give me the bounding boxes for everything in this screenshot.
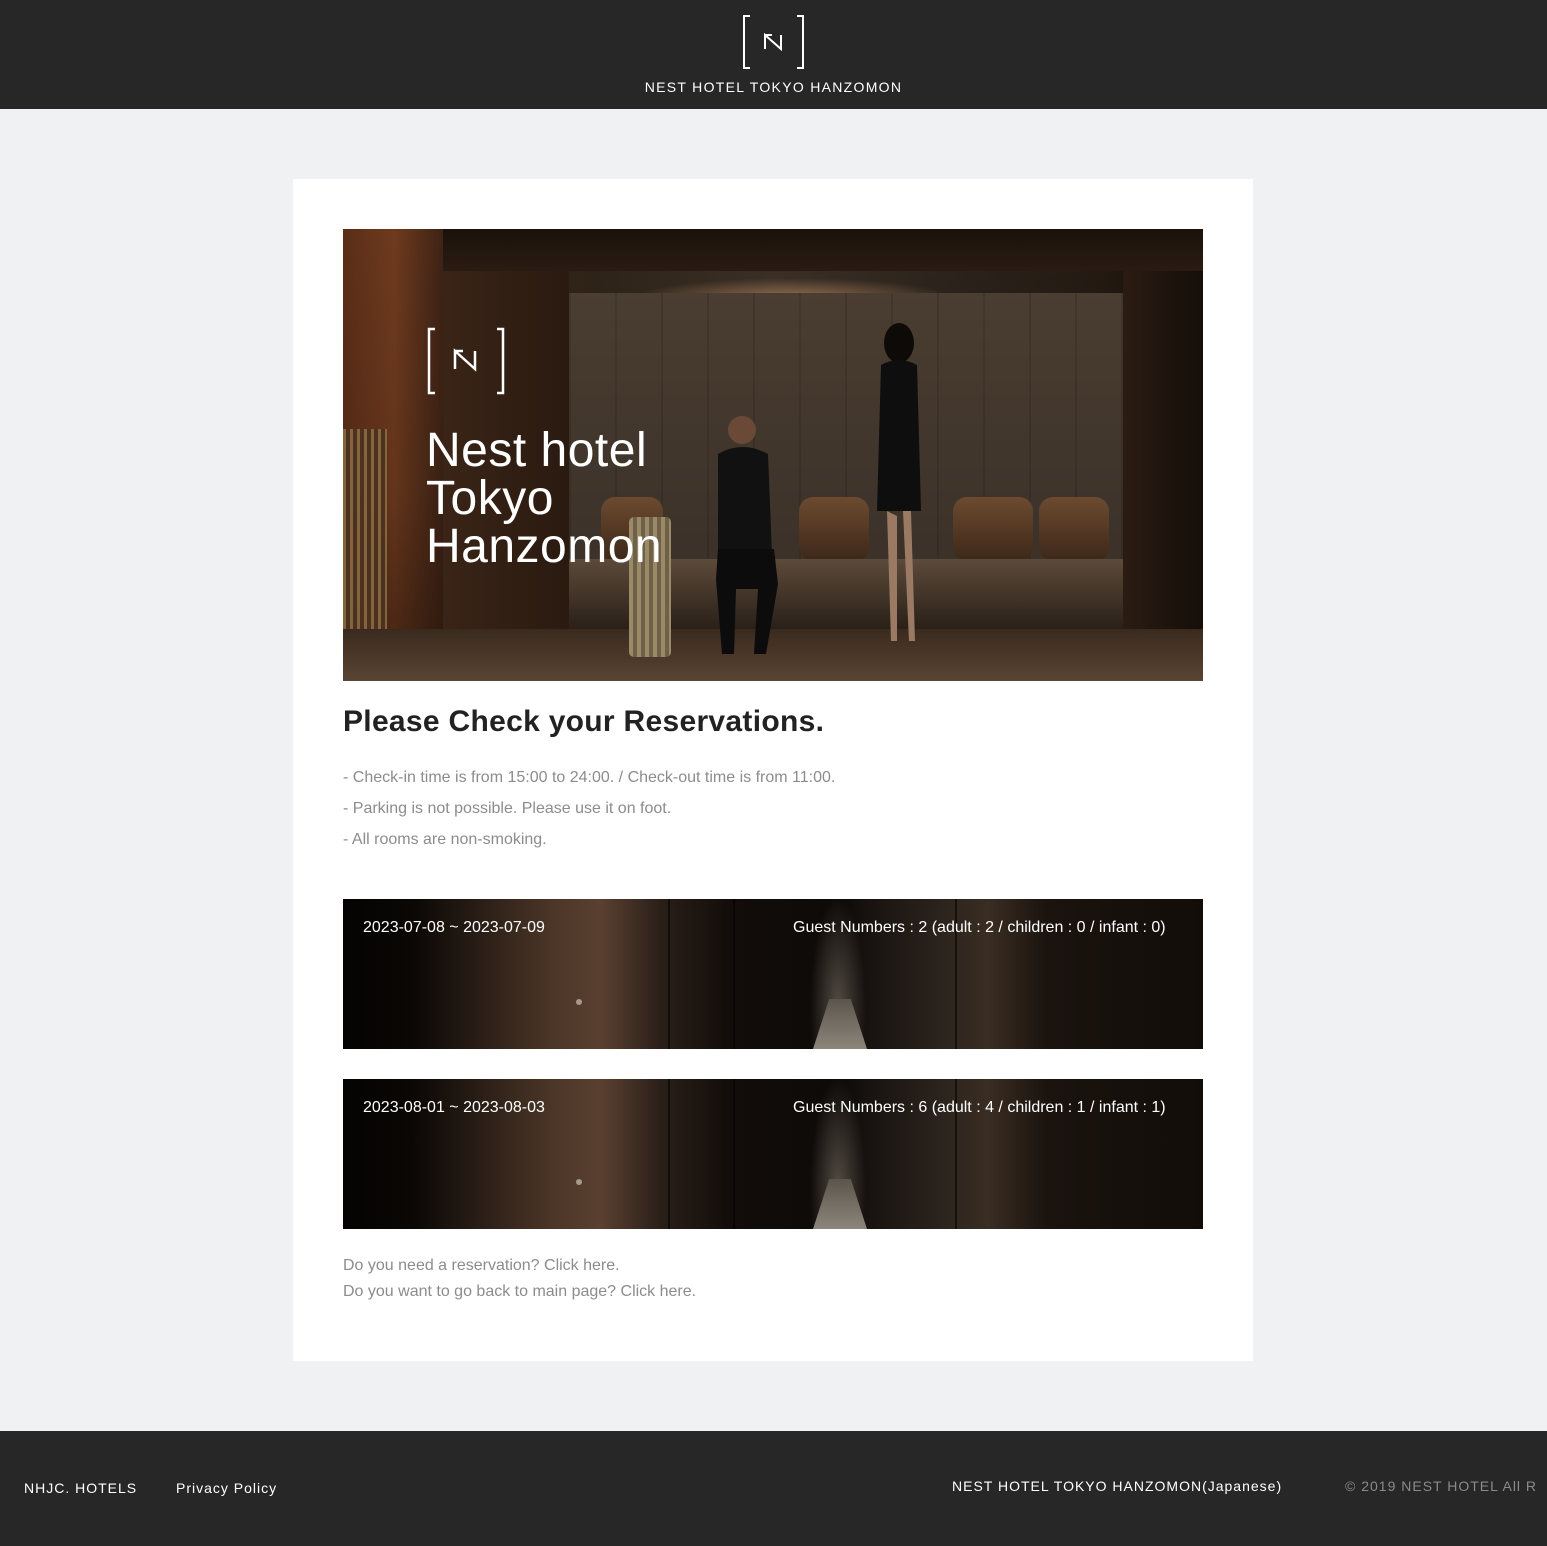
hero-image: Nest hotel Tokyo Hanzomon (343, 229, 1203, 681)
hero-cushion (799, 497, 869, 561)
corridor-door-line (668, 899, 670, 1049)
header-hotel-name[interactable]: NEST HOTEL TOKYO HANZOMON (0, 79, 1547, 95)
hero-shelf-top (443, 229, 1203, 271)
reservation-dates: 2023-08-01 ~ 2023-08-03 (363, 1099, 545, 1116)
hero-cushion (1039, 497, 1109, 561)
corridor-floor (813, 999, 867, 1049)
note-checkin: - Check-in time is from 15:00 to 24:00. … (343, 769, 836, 786)
hero-shelf-right (1123, 271, 1203, 681)
hotel-notes: - Check-in time is from 15:00 to 24:00. … (343, 768, 835, 861)
page-title: Please Check your Reservations. (343, 705, 825, 738)
site-footer: NHJC. HOTELS Privacy Policy NEST HOTEL T… (0, 1431, 1547, 1546)
corridor-door-line (668, 1079, 670, 1229)
new-reservation-link[interactable]: Do you need a reservation? Click here. (343, 1256, 696, 1282)
hero-radiator (343, 429, 387, 639)
main-page-link[interactable]: Do you want to go back to main page? Cli… (343, 1282, 696, 1308)
note-smoking: - All rooms are non-smoking. (343, 831, 547, 848)
corridor-door-line (733, 1079, 735, 1229)
footer-japanese-link[interactable]: NEST HOTEL TOKYO HANZOMON(Japanese) (952, 1478, 1282, 1494)
hero-nest-logo-icon (427, 327, 505, 395)
footer-copyright: © 2019 NEST HOTEL All R (1345, 1478, 1538, 1494)
hero-title-line: Nest hotel (426, 424, 648, 477)
hero-standing-guest (877, 323, 921, 641)
site-header: NEST HOTEL TOKYO HANZOMON (0, 0, 1547, 109)
footer-privacy-link[interactable]: Privacy Policy (176, 1480, 277, 1496)
door-knob (576, 1179, 582, 1185)
footer-nhjc-link[interactable]: NHJC. HOTELS (24, 1480, 137, 1496)
reservation-guests: Guest Numbers : 2 (adult : 2 / children … (793, 919, 1166, 936)
hero-title: Nest hotel Tokyo Hanzomon (426, 427, 662, 571)
note-parking: - Parking is not possible. Please use it… (343, 800, 672, 817)
hero-seated-guest (716, 416, 778, 654)
reservation-dates: 2023-07-08 ~ 2023-07-09 (363, 919, 545, 936)
corridor-door-line (733, 899, 735, 1049)
helper-links: Do you need a reservation? Click here. D… (343, 1256, 696, 1308)
nest-logo-icon[interactable] (742, 14, 805, 70)
hero-cushion (953, 497, 1033, 561)
reservation-item[interactable]: 2023-08-01 ~ 2023-08-03 Guest Numbers : … (343, 1079, 1203, 1229)
hero-title-line: Hanzomon (426, 520, 663, 573)
corridor-floor (813, 1179, 867, 1229)
reservation-item[interactable]: 2023-07-08 ~ 2023-07-09 Guest Numbers : … (343, 899, 1203, 1049)
reservation-card: Nest hotel Tokyo Hanzomon Please Check y… (293, 179, 1253, 1361)
door-knob (576, 999, 582, 1005)
hero-title-line: Tokyo (426, 472, 554, 525)
reservation-guests: Guest Numbers : 6 (adult : 4 / children … (793, 1099, 1166, 1116)
